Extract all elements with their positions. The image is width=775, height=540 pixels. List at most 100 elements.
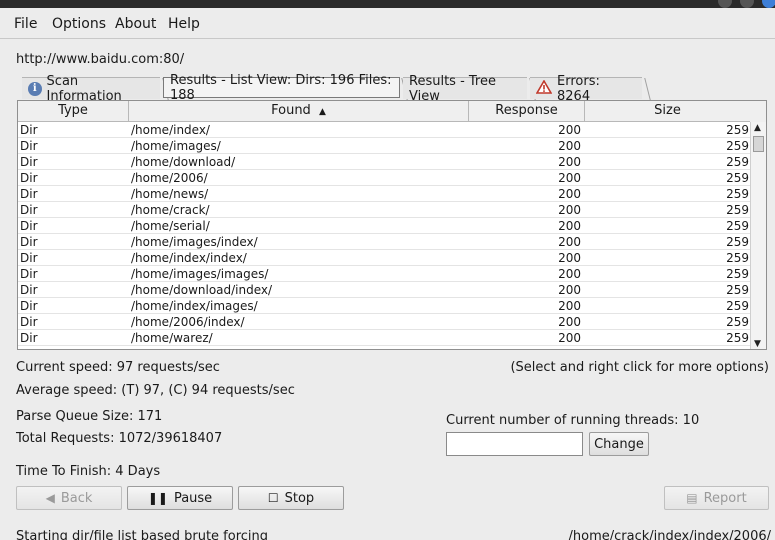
table-row[interactable]: Dir/home/news/200 259 — [18, 186, 751, 202]
cell-found: /home/index/index/ — [131, 251, 247, 265]
pause-button[interactable]: ❚❚ Pause — [127, 486, 233, 510]
column-header-type[interactable]: Type — [18, 101, 129, 122]
average-speed: Average speed: (T) 97, (C) 94 requests/s… — [16, 383, 295, 398]
info-icon: i — [28, 81, 42, 96]
cell-found: /home/warez/ — [131, 331, 213, 345]
table-header: Type Found ▲ Response Size — [18, 101, 751, 122]
right-click-hint: (Select and right click for more options… — [510, 360, 769, 375]
cell-response: 200 — [558, 251, 581, 265]
tab-list-view[interactable]: Results - List View: Dirs: 196 Files: 18… — [163, 73, 400, 103]
pause-icon: ❚❚ — [147, 491, 168, 505]
scroll-up-icon[interactable]: ▲ — [754, 123, 761, 133]
tab-label: Scan Information — [46, 73, 122, 104]
time-to-finish: Time To Finish: 4 Days — [16, 464, 161, 479]
current-path: /home/crack/index/index/2006/ — [568, 529, 771, 540]
cell-type: Dir — [20, 315, 38, 329]
menu-options[interactable]: Options — [52, 16, 106, 32]
table-row[interactable]: Dir/home/2006/index/200 259 — [18, 314, 751, 330]
cell-size: 259 — [726, 283, 749, 297]
cell-response: 200 — [558, 235, 581, 249]
button-label: Report — [703, 490, 747, 506]
cell-type: Dir — [20, 219, 38, 233]
column-header-size[interactable]: Size — [585, 101, 751, 122]
cell-size: 259 — [726, 315, 749, 329]
button-label: Stop — [284, 490, 315, 506]
table-row[interactable]: Dir/home/warez/200 259 — [18, 330, 751, 346]
cell-found: /home/download/ — [131, 155, 236, 169]
back-button[interactable]: ◀ Back — [16, 486, 122, 510]
tab-label: Results - Tree View — [409, 73, 496, 104]
table-row[interactable]: Dir/home/index/index/200 259 — [18, 250, 751, 266]
cell-size: 259 — [726, 171, 749, 185]
column-header-found[interactable]: Found ▲ — [129, 101, 469, 122]
cell-type: Dir — [20, 203, 38, 217]
cell-size: 259 — [726, 251, 749, 265]
cell-type: Dir — [20, 235, 38, 249]
table-row[interactable]: Dir/home/download/200 259 — [18, 154, 751, 170]
current-speed: Current speed: 97 requests/sec — [16, 360, 220, 375]
table-row[interactable]: Dir/home/images/images/200 259 — [18, 266, 751, 282]
threads-input[interactable] — [446, 432, 583, 456]
table-row[interactable]: Dir/home/images/index/200 259 — [18, 234, 751, 250]
cell-found: /home/images/images/ — [131, 267, 269, 281]
cell-type: Dir — [20, 331, 38, 345]
window-close-icon[interactable] — [762, 0, 775, 8]
cell-found: /home/2006/ — [131, 171, 208, 185]
running-threads-label: Current number of running threads: 10 — [446, 413, 700, 428]
cell-size: 259 — [726, 203, 749, 217]
window-titlebar — [0, 0, 775, 8]
total-requests: Total Requests: 1072/39618407 — [16, 431, 223, 446]
target-url: http://www.baidu.com:80/ — [16, 52, 185, 67]
report-button[interactable]: ▤ Report — [664, 486, 769, 510]
scroll-down-icon[interactable]: ▼ — [754, 339, 761, 349]
cell-size: 259 — [726, 267, 749, 281]
cell-response: 200 — [558, 267, 581, 281]
cell-type: Dir — [20, 187, 38, 201]
cell-response: 200 — [558, 219, 581, 233]
scroll-corner — [750, 101, 766, 122]
table-row[interactable]: Dir/home/download/index/200 259 — [18, 282, 751, 298]
menu-about[interactable]: About — [115, 16, 156, 32]
button-label: Back — [60, 490, 93, 506]
window-button-icon[interactable] — [740, 0, 754, 8]
cell-response: 200 — [558, 331, 581, 345]
table-row[interactable]: Dir/home/2006/200 259 — [18, 170, 751, 186]
table-row[interactable]: Dir/home/images/200 259 — [18, 138, 751, 154]
cell-response: 200 — [558, 123, 581, 137]
button-label: Pause — [173, 490, 213, 506]
cell-size: 259 — [726, 123, 749, 137]
cell-response: 200 — [558, 187, 581, 201]
results-table: Type Found ▲ Response Size Dir/home/inde… — [17, 100, 767, 350]
cell-response: 200 — [558, 171, 581, 185]
cell-type: Dir — [20, 139, 38, 153]
tab-errors[interactable]: Errors: 8264 — [530, 74, 642, 104]
parse-queue-size: Parse Queue Size: 171 — [16, 409, 163, 424]
menu-help[interactable]: Help — [168, 16, 200, 32]
table-row[interactable]: Dir/home/crack/200 259 — [18, 202, 751, 218]
cell-type: Dir — [20, 123, 38, 137]
back-arrow-icon: ◀ — [45, 491, 55, 505]
change-button[interactable]: Change — [589, 432, 649, 456]
cell-response: 200 — [558, 315, 581, 329]
tab-scan-information[interactable]: i Scan Information — [22, 74, 160, 104]
cell-type: Dir — [20, 155, 38, 169]
cell-size: 259 — [726, 187, 749, 201]
column-header-response[interactable]: Response — [469, 101, 585, 122]
table-row[interactable]: Dir/home/index/200 259 — [18, 122, 751, 138]
cell-size: 259 — [726, 155, 749, 169]
menu-file[interactable]: File — [14, 16, 37, 32]
window-button-icon[interactable] — [718, 0, 732, 8]
report-icon: ▤ — [686, 491, 698, 505]
stop-button[interactable]: ☐ Stop — [238, 486, 344, 510]
table-row[interactable]: Dir/home/serial/200 259 — [18, 218, 751, 234]
table-row[interactable]: Dir/home/index/images/200 259 — [18, 298, 751, 314]
status-message: Starting dir/file list based brute forci… — [16, 529, 269, 540]
cell-type: Dir — [20, 267, 38, 281]
cell-size: 259 — [726, 219, 749, 233]
cell-response: 200 — [558, 139, 581, 153]
cell-found: /home/news/ — [131, 187, 209, 201]
tab-label: Errors: 8264 — [557, 73, 600, 104]
scrollbar-thumb[interactable] — [753, 136, 764, 152]
tab-tree-view[interactable]: Results - Tree View — [403, 74, 527, 104]
vertical-scrollbar[interactable]: ▲ ▼ — [750, 122, 766, 349]
